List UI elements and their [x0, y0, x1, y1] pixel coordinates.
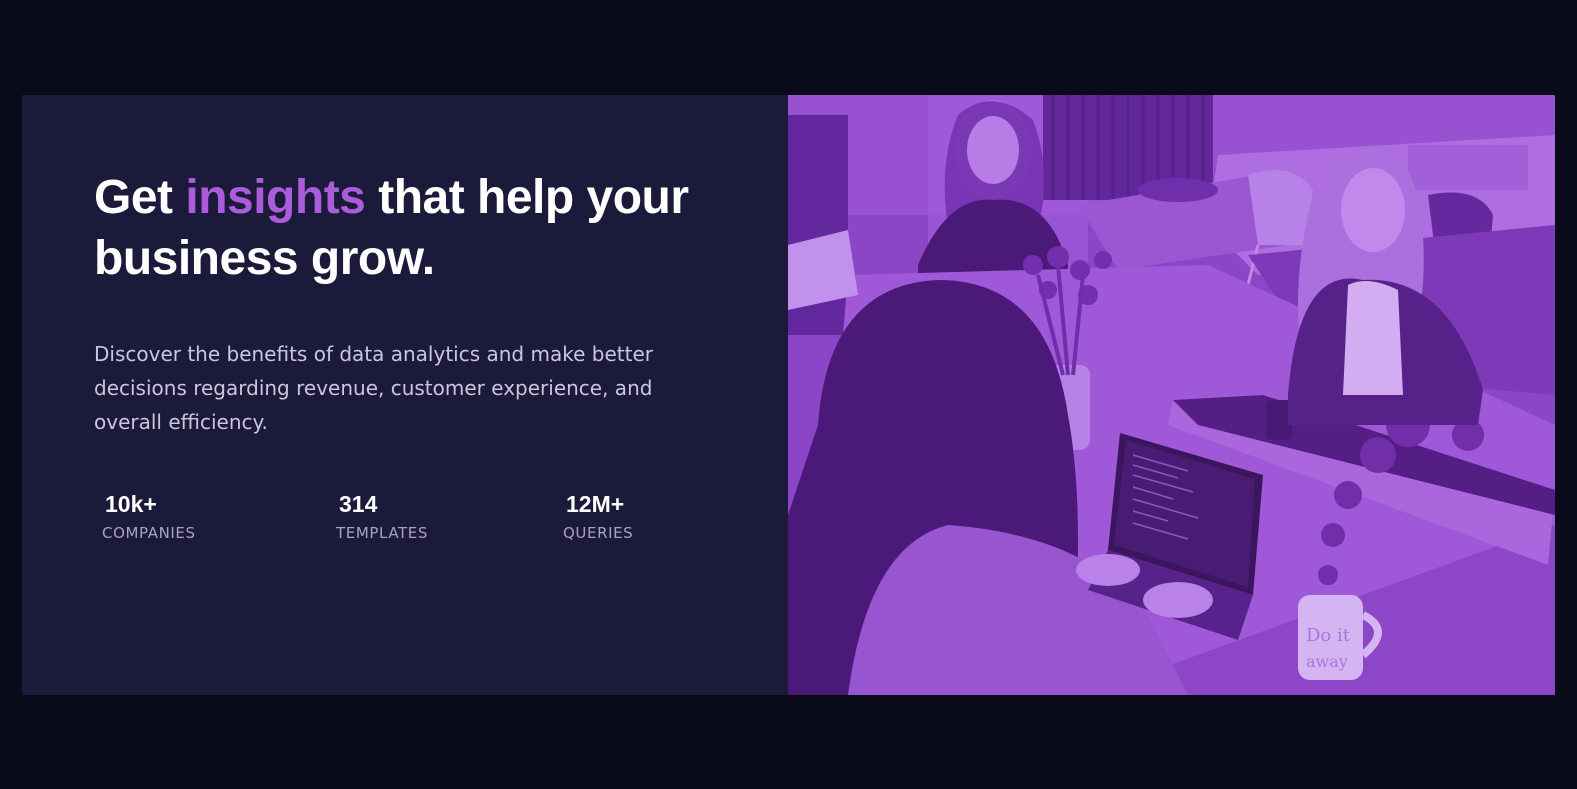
stat-value: 314: [339, 491, 378, 517]
stat-queries: 12M+ QUERIES: [563, 489, 633, 542]
stat-label: COMPANIES: [102, 524, 196, 542]
hero-description: Discover the benefits of data analytics …: [94, 342, 653, 434]
stat-templates: 314 TEMPLATES: [336, 489, 428, 542]
hero-text-panel: Get insights that help your business gro…: [22, 95, 788, 695]
stat-value: 10k+: [105, 491, 157, 517]
stat-value: 12M+: [566, 491, 625, 517]
stat-label: TEMPLATES: [336, 524, 428, 542]
stat-companies: 10k+ COMPANIES: [102, 489, 196, 542]
headline-accent: insights: [185, 171, 366, 224]
stats-row: 10k+ COMPANIES 314 TEMPLATES 12M+ QUERIE…: [102, 489, 702, 559]
office-scene-image: Do it away: [788, 95, 1555, 695]
hero-photo: Do it away: [788, 95, 1555, 695]
hero-headline: Get insights that help your business gro…: [94, 167, 714, 289]
hero-card: Get insights that help your business gro…: [22, 95, 1555, 695]
stat-label: QUERIES: [563, 524, 634, 542]
headline-lead: Get: [94, 171, 186, 224]
